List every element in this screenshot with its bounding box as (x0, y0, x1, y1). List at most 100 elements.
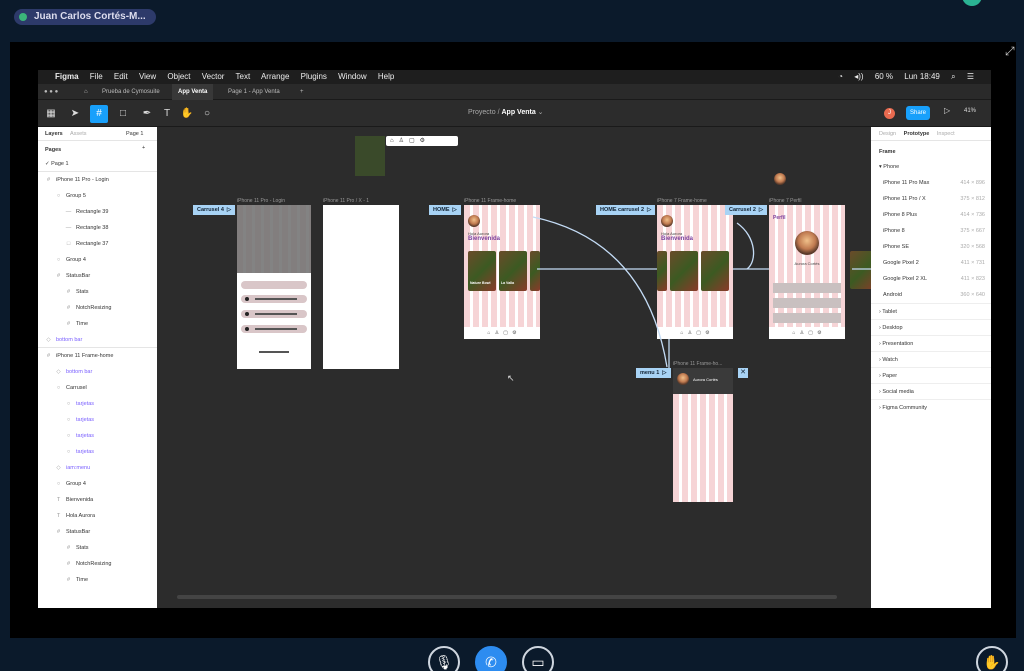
device-option[interactable]: iPhone 8 375 × 667 (871, 223, 991, 239)
device-category[interactable]: › Desktop (871, 319, 991, 335)
layer-frame-icon: # (66, 577, 71, 583)
comment-tool-icon[interactable]: ○ (198, 105, 216, 123)
breadcrumb[interactable]: Proyecto / App Venta ⌄ (468, 108, 544, 116)
layer-row[interactable]: # Stats (38, 283, 157, 299)
tab-inspect[interactable]: Inspect (937, 131, 955, 137)
figma-tab-bar: ● ● ● ⌂ Prueba de Cymosuite App Venta Pa… (38, 84, 991, 100)
shape-tool-icon[interactable]: □ (114, 105, 132, 123)
menu-window[interactable]: Window (338, 72, 366, 81)
project-name[interactable]: Proyecto (468, 109, 496, 116)
device-category[interactable]: › Social media (871, 383, 991, 399)
file-name[interactable]: App Venta (501, 109, 535, 116)
layer-row[interactable]: # iPhone 11 Frame-home (38, 347, 157, 363)
list-icon[interactable]: ☰ (967, 72, 974, 81)
tab-page-1[interactable]: Page 1 - App Venta (222, 84, 286, 100)
add-page-icon[interactable]: + (142, 145, 145, 151)
tab-app-venta[interactable]: App Venta (172, 84, 214, 100)
device-option[interactable]: Google Pixel 2 XL 411 × 823 (871, 271, 991, 287)
tab-layers[interactable]: Layers (45, 131, 63, 137)
menu-edit[interactable]: Edit (114, 72, 128, 81)
layer-row[interactable]: ○ Group 4 (38, 251, 157, 267)
camera-off-icon[interactable]: ▭ (522, 646, 554, 671)
layer-frame-icon: # (66, 321, 71, 327)
layer-row[interactable]: □ Rectangle 37 (38, 235, 157, 251)
layer-row[interactable]: ○ tarjetas (38, 427, 157, 443)
clock[interactable]: Lun 18:49 (904, 72, 940, 81)
tab-design[interactable]: Design (879, 131, 896, 137)
new-tab-icon[interactable]: + (294, 84, 310, 100)
device-option[interactable]: iPhone SE 320 × 568 (871, 239, 991, 255)
menu-view[interactable]: View (139, 72, 156, 81)
home-icon[interactable]: ⌂ (78, 84, 94, 100)
layer-row[interactable]: # iPhone 11 Pro - Login (38, 171, 157, 187)
connection-home-to-menu[interactable] (532, 216, 668, 368)
layer-row[interactable]: ○ tarjetas (38, 443, 157, 459)
device-option[interactable]: iPhone 8 Plus 414 × 736 (871, 207, 991, 223)
share-button[interactable]: Share (906, 106, 930, 120)
search-icon[interactable]: ⌕ (951, 72, 955, 81)
canvas[interactable]: ⌂ ♙ ▢ ⚙ iPhone 11 Pro - Login iPhone 11 … (157, 127, 871, 608)
layer-row[interactable]: T Bienvenida (38, 491, 157, 507)
layer-row[interactable]: — Rectangle 38 (38, 219, 157, 235)
device-option[interactable]: iPhone 11 Pro / X 375 × 812 (871, 191, 991, 207)
device-category[interactable]: › Paper (871, 367, 991, 383)
layer-row[interactable]: ◇ bottom bar (38, 363, 157, 379)
tab-prototype[interactable]: Prototype (904, 131, 930, 137)
layer-row[interactable]: ◇ iam:menu (38, 459, 157, 475)
tab-assets[interactable]: Assets (70, 131, 87, 137)
device-option[interactable]: iPhone 11 Pro Max 414 × 896 (871, 175, 991, 191)
canvas-horizontal-scrollbar[interactable] (177, 595, 837, 599)
frame-tool-icon[interactable]: # (90, 105, 108, 123)
device-option[interactable]: Google Pixel 2 411 × 731 (871, 255, 991, 271)
menu-plugins[interactable]: Plugins (301, 72, 327, 81)
page-selector[interactable]: Page 1 (126, 127, 143, 141)
raise-hand-icon[interactable]: ✋ (976, 646, 1008, 671)
phone-category[interactable]: ▾ Phone (871, 159, 991, 175)
layer-row[interactable]: # StatusBar (38, 267, 157, 283)
layer-row[interactable]: # Time (38, 571, 157, 587)
layer-row[interactable]: # NotchResizing (38, 299, 157, 315)
present-play-icon[interactable]: ▷ (944, 106, 950, 115)
layer-row[interactable]: ○ tarjetas (38, 395, 157, 411)
menu-text[interactable]: Text (236, 72, 251, 81)
layer-row[interactable]: ○ Group 4 (38, 475, 157, 491)
fullscreen-icon[interactable]: ⤢ (1005, 44, 1019, 58)
zoom-level[interactable]: 41% (964, 108, 976, 114)
layer-row[interactable]: T Hola Aurora (38, 507, 157, 523)
device-option[interactable]: Android 360 × 640 (871, 287, 991, 303)
menu-object[interactable]: Object (167, 72, 190, 81)
battery-level[interactable]: 60 % (875, 72, 893, 81)
tab-prueba[interactable]: Prueba de Cymosuite (96, 84, 166, 100)
layer-row[interactable]: ◇ bottom bar (38, 331, 157, 347)
layer-row[interactable]: ○ tarjetas (38, 411, 157, 427)
layer-row[interactable]: # NotchResizing (38, 555, 157, 571)
hand-tool-icon[interactable]: ✋ (178, 105, 196, 123)
menu-arrange[interactable]: Arrange (261, 72, 289, 81)
volume-icon[interactable]: ◂)) (854, 72, 863, 81)
layer-row[interactable]: # Stats (38, 539, 157, 555)
device-category[interactable]: › Figma Community (871, 399, 991, 415)
move-tool-icon[interactable]: ➤ (66, 105, 84, 123)
layer-row[interactable]: ○ Carrusel (38, 379, 157, 395)
device-size: 320 × 568 (960, 244, 985, 250)
device-category[interactable]: › Presentation (871, 335, 991, 351)
user-avatar[interactable]: J (884, 108, 895, 119)
layer-row[interactable]: # StatusBar (38, 523, 157, 539)
page-item[interactable]: ✓ Page 1 (45, 161, 150, 167)
menu-vector[interactable]: Vector (202, 72, 225, 81)
device-category[interactable]: › Tablet (871, 303, 991, 319)
text-tool-icon[interactable]: T (158, 105, 176, 123)
layer-row[interactable]: — Rectangle 39 (38, 203, 157, 219)
wifi-icon[interactable]: ◔ (838, 72, 843, 81)
menu-file[interactable]: File (90, 72, 103, 81)
main-menu-icon[interactable]: ▦ (42, 105, 60, 123)
menu-help[interactable]: Help (378, 72, 394, 81)
device-category[interactable]: › Watch (871, 351, 991, 367)
mute-microphone-icon[interactable]: 🎙 (428, 646, 460, 671)
hang-up-call-icon[interactable]: ✆ (475, 646, 507, 671)
layer-row[interactable]: ○ Group 5 (38, 187, 157, 203)
connection-carrusel-2[interactable] (736, 222, 755, 270)
pen-tool-icon[interactable]: ✒ (138, 105, 156, 123)
menu-figma[interactable]: Figma (55, 72, 79, 81)
layer-row[interactable]: # Time (38, 315, 157, 331)
